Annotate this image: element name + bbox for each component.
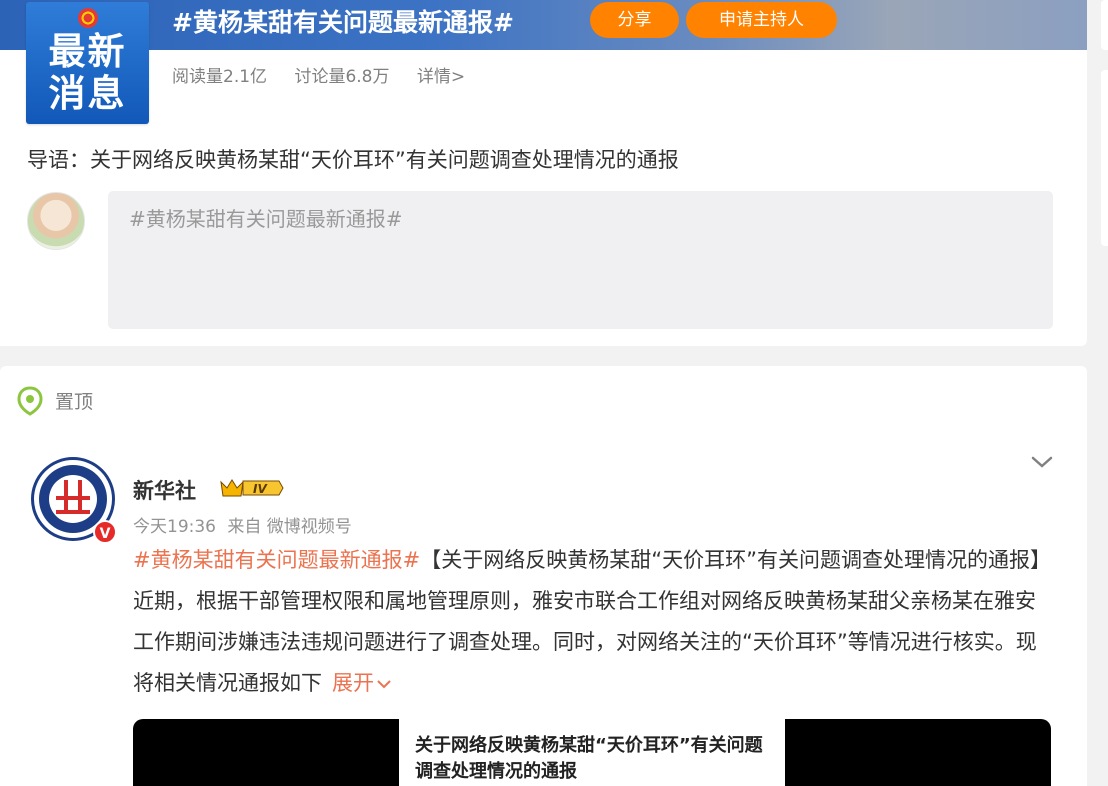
post-hashtag[interactable]: #黄杨某甜有关问题最新通报#: [133, 548, 420, 572]
level-text: IV: [253, 482, 268, 496]
cover-text-line1: 最新: [48, 30, 127, 73]
topic-banner: [0, 0, 1087, 50]
video-document-title: 关于网络反映黄杨某甜“天价耳环”有关问题调查处理情况的通报: [415, 735, 763, 782]
post-meta: 今天19:36 来自 微博视频号: [133, 512, 358, 537]
expand-button[interactable]: 展开: [332, 671, 392, 695]
post-source: 来自 微博视频号: [227, 517, 352, 537]
discussion-count: 讨论量6.8万: [294, 67, 390, 87]
post-time[interactable]: 今天19:36: [133, 517, 216, 537]
post-body: #黄杨某甜有关问题最新通报#【关于网络反映黄杨某甜“天价耳环”有关问题调查处理情…: [133, 540, 1043, 704]
read-count: 阅读量2.1亿: [172, 67, 268, 87]
video-player[interactable]: 关于网络反映黄杨某甜“天价耳环”有关问题调查处理情况的通报: [133, 719, 1051, 786]
pin-icon: [17, 386, 43, 416]
video-frame-document: 关于网络反映黄杨某甜“天价耳环”有关问题调查处理情况的通报: [399, 719, 785, 786]
author-name[interactable]: 新华社: [133, 475, 196, 505]
side-panel-edge: [1101, 70, 1108, 246]
chevron-down-icon: [377, 680, 391, 689]
topic-title: #黄杨某甜有关问题最新通报#: [172, 8, 514, 37]
chevron-down-icon[interactable]: [1030, 454, 1054, 470]
share-button[interactable]: 分享: [590, 2, 679, 38]
expand-label: 展开: [332, 671, 374, 695]
topic-header-card: 最新 消息 #黄杨某甜有关问题最新通报# 分享 申请主持人 阅读量2.1亿 讨论…: [0, 0, 1087, 346]
topic-cover-image: 最新 消息: [26, 2, 149, 124]
topic-intro: 导语：关于网络反映黄杨某甜“天价耳环”有关问题调查处理情况的通报: [27, 148, 679, 172]
feed-card: 置顶 V 新华社 IV 今天19:36 来自 微博视频号 #黄杨某甜有关问题最新…: [0, 366, 1087, 786]
pinned-label: 置顶: [55, 391, 94, 413]
level-crown-badge-icon: IV: [220, 479, 284, 497]
composer-placeholder: #黄杨某甜有关问题最新通报#: [129, 207, 403, 231]
cover-text-line2: 消息: [48, 72, 127, 115]
emblem-icon: [78, 8, 98, 28]
verified-badge-icon: V: [93, 520, 117, 544]
user-avatar[interactable]: [27, 192, 85, 250]
post-composer[interactable]: #黄杨某甜有关问题最新通报#: [108, 191, 1053, 329]
details-link[interactable]: 详情>: [417, 67, 465, 87]
side-panel-edge: [1101, 0, 1108, 50]
apply-host-button[interactable]: 申请主持人: [686, 2, 837, 38]
topic-stats: 阅读量2.1亿 讨论量6.8万 详情>: [172, 62, 487, 87]
